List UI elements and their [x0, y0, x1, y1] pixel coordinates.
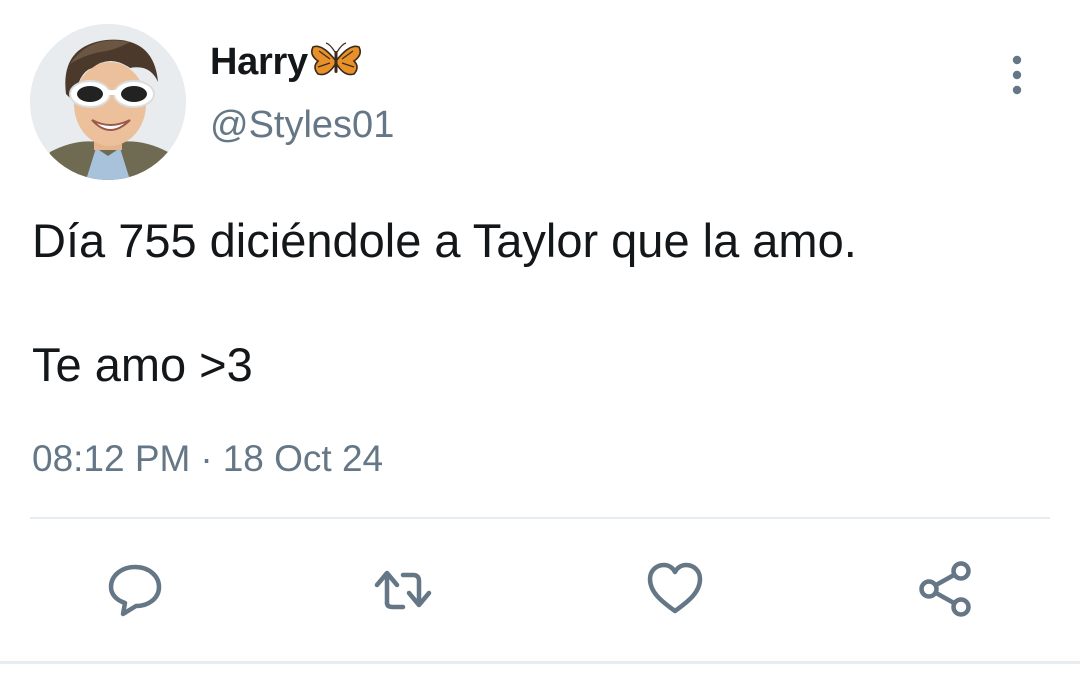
- tweet-line: Te amo >3: [32, 338, 253, 391]
- tweet-date: 18 Oct 24: [222, 438, 384, 479]
- tweet-timestamp: 08:12 PM · 18 Oct 24: [32, 438, 383, 480]
- tweet-card: Harry @Styles01 Día 755 diciéndole a Tay…: [0, 0, 1080, 681]
- avatar[interactable]: [30, 24, 186, 180]
- author-name-row[interactable]: Harry: [210, 40, 362, 84]
- share-icon: [919, 561, 971, 617]
- action-bar: [0, 556, 1080, 626]
- tweet-line: Día 755 diciéndole a Taylor que la amo.: [32, 214, 857, 267]
- more-options-icon[interactable]: [1005, 54, 1029, 96]
- bottom-divider: [0, 661, 1080, 664]
- meta-separator: ·: [200, 438, 213, 479]
- butterfly-icon: [310, 42, 361, 76]
- retweet-button[interactable]: [370, 556, 436, 622]
- like-button[interactable]: [642, 556, 708, 622]
- avatar-image: [30, 24, 186, 180]
- user-handle[interactable]: @Styles01: [210, 104, 394, 147]
- tweet-time: 08:12 PM: [32, 438, 191, 479]
- heart-icon: [647, 562, 703, 614]
- tweet-text: Día 755 diciéndole a Taylor que la amo. …: [32, 210, 1042, 396]
- comment-icon: [108, 564, 162, 617]
- retweet-icon: [374, 570, 432, 610]
- display-name[interactable]: Harry: [210, 41, 308, 84]
- share-button[interactable]: [912, 556, 978, 622]
- reply-button[interactable]: [102, 556, 168, 622]
- divider: [30, 517, 1050, 519]
